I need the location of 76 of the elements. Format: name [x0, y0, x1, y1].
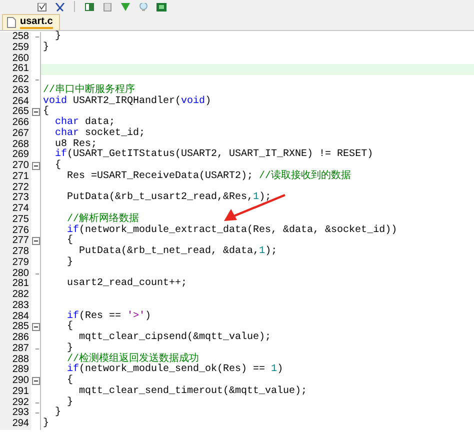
line-number: 269 — [12, 150, 29, 161]
code-line: PutData(&rb_t_usart2_read,&Res,1); — [66, 193, 272, 204]
line-number: 258 — [12, 32, 29, 43]
code-line: { — [66, 376, 74, 387]
line-number: 285 — [12, 322, 29, 333]
line-number: 260 — [12, 54, 29, 64]
code-line: if(network_module_extract_data(Res, &data, &socket_id)) — [66, 226, 398, 236]
checkbox-icon[interactable] — [37, 3, 47, 12]
code-line: Res =USART_ReceiveData(USART2); //读取接收到的数据 — [66, 172, 352, 182]
code-line: } — [66, 344, 74, 354]
code-line: if(Res == '>') — [66, 312, 152, 322]
chip-icon[interactable] — [156, 3, 167, 12]
line-number: 275 — [12, 214, 29, 226]
fold-icon[interactable] — [32, 377, 40, 385]
code-line: if(USART_GetITStatus(USART2, USART_IT_RXNE) != RESET) — [54, 150, 374, 160]
line-number: 259 — [12, 42, 29, 54]
line-number: 287 — [12, 344, 29, 354]
code-line: { — [43, 107, 50, 118]
code-line: PutData(&rb_t_net_read, &data,1); — [78, 247, 278, 258]
code-line: usart2_read_count++; — [66, 279, 188, 290]
code-line: { — [66, 322, 74, 333]
code-line: char socket_id; — [54, 128, 146, 139]
line-number: 264 — [12, 96, 29, 107]
fold-icon[interactable] — [32, 162, 40, 170]
line-number: 292 — [12, 398, 29, 408]
code-line: { — [66, 236, 74, 247]
code-line: //解析网络数据 — [66, 214, 140, 225]
line-number: 280 — [12, 268, 29, 279]
code-line: } — [54, 32, 62, 43]
code-line: void USART2_IRQHandler(void) — [43, 96, 212, 106]
code-line: } — [43, 42, 50, 54]
file-tab[interactable]: usart.c — [2, 14, 60, 30]
line-number: 290 — [12, 376, 29, 387]
code-line: mqtt_clear_send_timerout(&mqtt_value); — [78, 386, 308, 398]
line-number: 294 — [12, 419, 29, 430]
file-icon — [7, 17, 16, 28]
code-line: //串口中断服务程序 — [43, 86, 136, 96]
code-line: { — [54, 161, 62, 172]
line-number: 265 — [12, 107, 29, 118]
line-number: 281 — [12, 279, 29, 290]
code-line: u8 Res; — [54, 140, 98, 150]
code-line: } — [66, 398, 74, 408]
board-icon[interactable] — [84, 3, 95, 12]
line-number: 277 — [12, 236, 29, 247]
line-number: 284 — [12, 312, 29, 322]
line-number: 282 — [12, 290, 29, 301]
line-number: 278 — [12, 247, 29, 258]
line-number: 267 — [12, 128, 29, 140]
line-number: 293 — [12, 408, 29, 419]
line-number: 274 — [12, 204, 29, 215]
code-line: } — [43, 419, 50, 430]
line-number: 288 — [12, 354, 29, 365]
line-number: 270 — [12, 161, 29, 172]
line-number: 289 — [12, 365, 29, 376]
line-number: 271 — [12, 172, 29, 182]
code-line: //检测模组返回发送数据成功 — [66, 354, 200, 364]
line-number: 286 — [12, 333, 29, 344]
line-number: 266 — [12, 118, 29, 129]
line-number: 273 — [12, 193, 29, 204]
fold-icon[interactable] — [32, 108, 40, 116]
code-line: mqtt_clear_cipsend(&mqtt_value); — [78, 333, 272, 344]
line-number: 279 — [12, 258, 29, 268]
code-line: } — [54, 408, 62, 419]
line-number: 283 — [12, 300, 29, 312]
line-number: 268 — [12, 140, 29, 150]
line-number: 276 — [12, 226, 29, 236]
line-number: 291 — [12, 386, 29, 398]
code-line: if(network_module_send_ok(Res) == 1) — [66, 365, 284, 376]
code-line: char data; — [54, 118, 116, 128]
fold-icon[interactable] — [32, 237, 40, 246]
line-number: 262 — [12, 75, 29, 86]
line-number: 261 — [12, 64, 29, 75]
code-line: } — [66, 258, 74, 268]
line-number: 272 — [12, 182, 29, 193]
fold-icon[interactable] — [32, 323, 40, 332]
line-number: 263 — [12, 86, 29, 96]
